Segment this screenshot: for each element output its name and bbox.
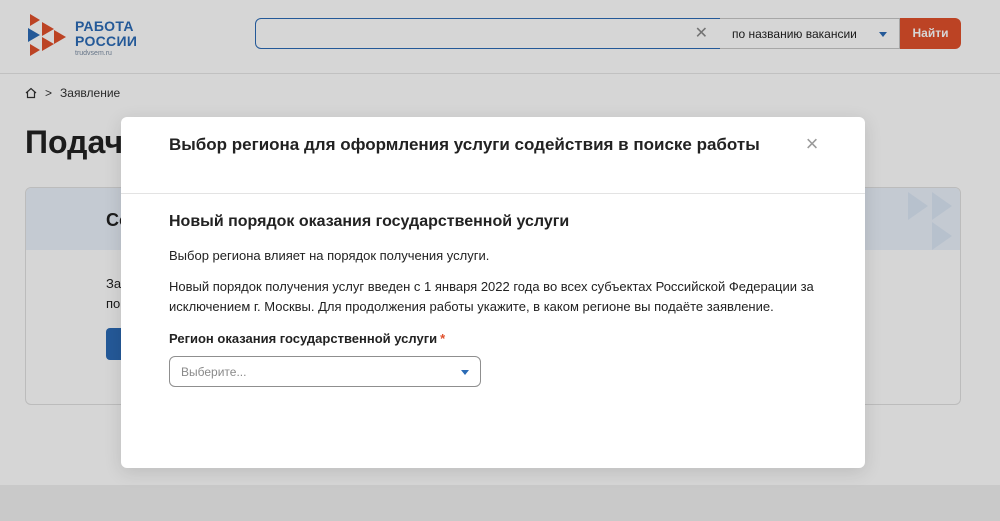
info-paragraph-2: Новый порядок получения услуг введен с 1… <box>169 279 814 314</box>
section-title: Новый порядок оказания государственной у… <box>169 213 570 230</box>
region-select-placeholder: Выберите... <box>181 365 247 379</box>
chevron-down-icon <box>461 370 469 375</box>
region-select[interactable]: Выберите... <box>169 356 481 387</box>
info-paragraph-1: Выбор региона влияет на порядок получени… <box>169 248 490 263</box>
required-mark: * <box>440 331 446 346</box>
region-select-dialog: Выбор региона для оформления услуги соде… <box>121 117 865 468</box>
dialog-body: Новый порядок оказания государственной у… <box>169 212 819 387</box>
close-icon[interactable]: × <box>803 133 821 155</box>
dialog-header: Выбор региона для оформления услуги соде… <box>121 117 865 194</box>
region-field-label: Регион оказания государственной услуги * <box>169 330 819 348</box>
dialog-title: Выбор региона для оформления услуги соде… <box>169 135 760 154</box>
region-field-label-text: Регион оказания государственной услуги <box>169 331 438 346</box>
